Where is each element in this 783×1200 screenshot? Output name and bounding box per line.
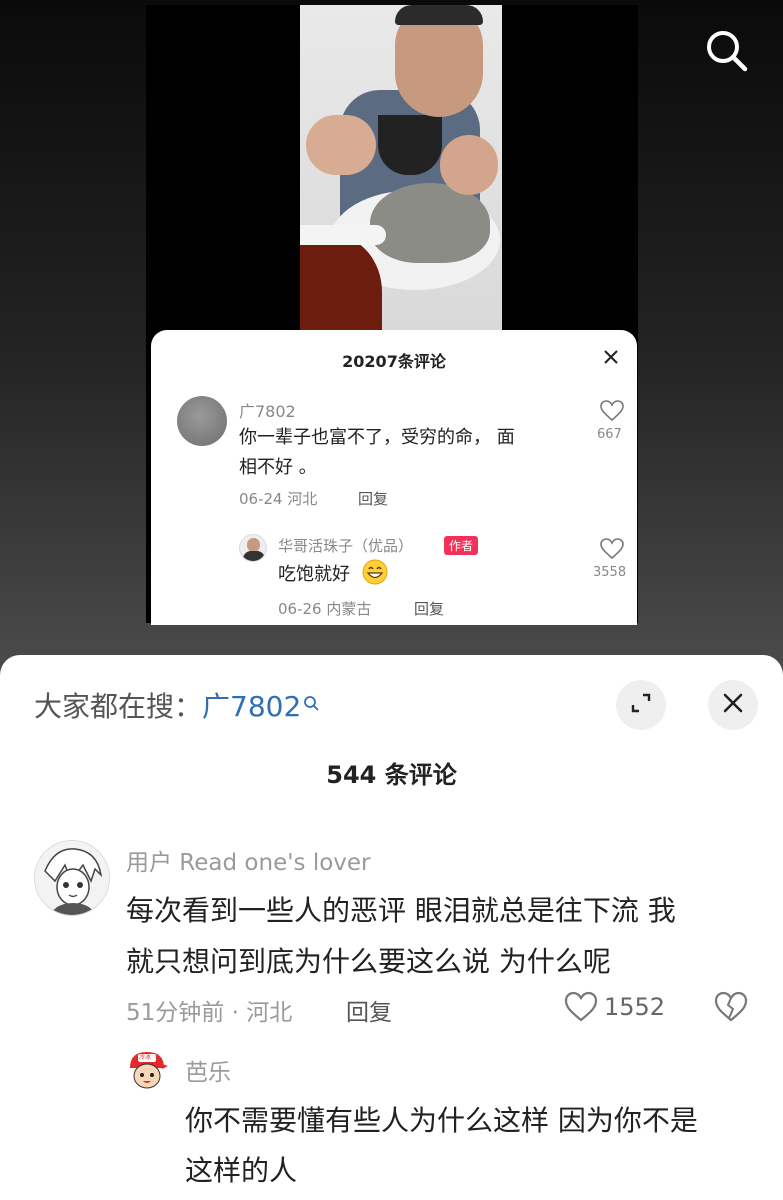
comment-count-title: 544 条评论	[326, 761, 457, 789]
reply-text-line2: 这样的人	[185, 1154, 298, 1187]
search-mini-icon	[303, 685, 319, 718]
broken-heart-icon[interactable]	[714, 991, 748, 1027]
avatar[interactable]	[239, 534, 267, 562]
reply-button[interactable]: 回复	[346, 993, 392, 1027]
avatar[interactable]	[177, 396, 227, 446]
comment-meta: 51分钟前 · 河北	[126, 1000, 293, 1026]
heart-icon[interactable]	[600, 538, 624, 564]
like-count: 1552	[604, 993, 666, 1021]
search-icon	[703, 27, 749, 77]
search-hint-prefix: 大家都在搜：	[34, 690, 203, 723]
food-shape	[370, 183, 490, 263]
search-button[interactable]	[700, 26, 752, 78]
reply-button[interactable]: 回复	[358, 488, 388, 509]
comment-text-line1: 你一辈子也富不了，受穷的命， 面	[239, 427, 515, 448]
reply-meta: 06-26 内蒙古	[278, 600, 372, 618]
hair-shape	[395, 5, 483, 25]
author-badge: 作者	[444, 536, 479, 555]
reply-button[interactable]: 回复	[414, 598, 444, 619]
bowl-rim-shape	[300, 225, 386, 245]
comment-text-line2: 就只想问到底为什么要这么说 为什么呢	[126, 945, 611, 978]
left-hand-shape	[306, 115, 376, 175]
comment-username[interactable]: 用户 Read one's lover	[126, 843, 371, 877]
reply-text: 吃饱就好	[278, 564, 350, 585]
comment-meta: 06-24 河北	[239, 490, 318, 508]
search-keyword-link[interactable]: 广7802	[202, 690, 301, 723]
embedded-comment-count: 20207条评论	[342, 352, 446, 371]
laugh-emoji-icon	[362, 559, 388, 589]
like-count: 3558	[593, 565, 627, 580]
avatar[interactable]	[34, 840, 110, 916]
comment-text-line1: 每次看到一些人的恶评 眼泪就总是往下流 我	[126, 894, 676, 927]
reply-username[interactable]: 华哥活珠子（优品）	[278, 535, 413, 556]
expand-icon	[629, 691, 653, 719]
avatar[interactable]: 冷冰	[126, 1048, 168, 1090]
close-button[interactable]	[708, 680, 758, 730]
undershirt-shape	[378, 115, 442, 175]
video-area: 20207条评论 广7802 你一辈子也富不了，受穷的命， 面 相不好 。 06…	[0, 0, 783, 660]
embedded-comment-panel: 20207条评论 广7802 你一辈子也富不了，受穷的命， 面 相不好 。 06…	[151, 330, 637, 625]
comment-text-line2: 相不好 。	[239, 457, 317, 478]
comment-sheet: 大家都在搜：广7802 544 条评论 用户 Read one's lover …	[0, 655, 783, 1200]
video-thumbnail[interactable]	[300, 5, 502, 330]
close-icon[interactable]	[603, 349, 619, 369]
reply-username[interactable]: 芭乐	[185, 1053, 231, 1087]
heart-icon[interactable]	[564, 991, 598, 1027]
close-icon	[722, 692, 744, 718]
expand-button[interactable]	[616, 680, 666, 730]
reply-text-line1: 你不需要懂有些人为什么这样 因为你不是	[185, 1104, 698, 1137]
heart-icon[interactable]	[600, 400, 624, 426]
trending-search[interactable]: 大家都在搜：广7802	[34, 685, 319, 725]
comment-username[interactable]: 广7802	[239, 398, 296, 422]
right-hand-shape	[440, 135, 498, 195]
avatar-badge-text: 冷冰	[139, 1054, 152, 1061]
like-count: 667	[597, 427, 622, 442]
